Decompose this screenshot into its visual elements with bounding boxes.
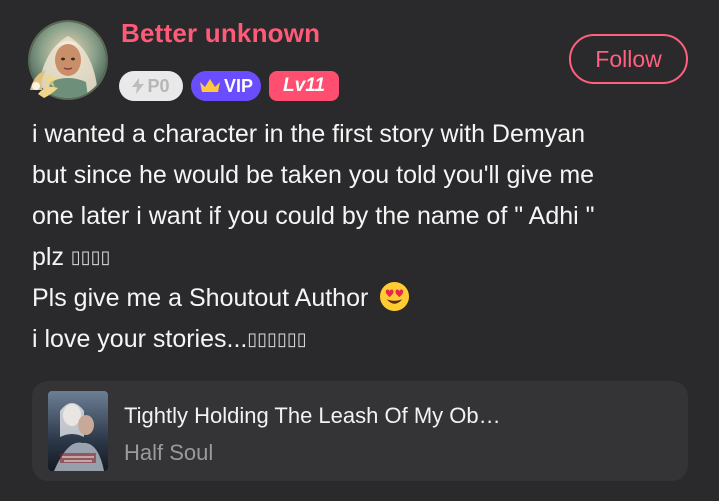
book-cover-image — [48, 391, 108, 471]
comment-line: i wanted a character in the first story … — [32, 120, 586, 148]
vip-badge: VIP — [191, 71, 261, 101]
book-cover — [48, 391, 108, 471]
comment-line: Pls give me a Shoutout Author — [32, 278, 692, 319]
comment-line-text: plz — [32, 243, 71, 271]
power-badge-label: P0 — [147, 75, 170, 96]
comment-line-text: i love your stories... — [32, 325, 248, 353]
vip-badge-label: VIP — [223, 75, 253, 96]
unrendered-glyphs: ▯▯▯▯▯▯ — [247, 329, 307, 349]
crown-icon — [199, 79, 220, 92]
comment-line: i love your stories...▯▯▯▯▯▯ — [32, 319, 692, 360]
comment-line: one later i want if you could by the nam… — [32, 202, 595, 230]
comment-text: i wanted a character in the first story … — [32, 114, 692, 360]
comment-line: plz ▯▯▯▯ — [32, 237, 692, 278]
book-author: Half Soul — [124, 440, 214, 465]
comment-line-text: Pls give me a Shoutout Author — [32, 284, 376, 312]
heart-eyes-emoji-icon — [380, 281, 410, 312]
unrendered-glyphs: ▯▯▯▯ — [70, 247, 111, 267]
comment-line: but since he would be taken you told you… — [32, 161, 595, 189]
book-title[interactable]: Tightly Holding The Leash Of My Ob… — [124, 403, 501, 429]
user-badges: P0 VIP Lv11 — [119, 71, 347, 101]
lightning-icon — [132, 78, 145, 94]
username[interactable]: Better unknown — [121, 18, 320, 49]
comment-panel: Better unknown P0 VIP Lv11 Follow i want… — [0, 0, 719, 501]
follow-button[interactable]: Follow — [569, 34, 688, 84]
book-card[interactable]: Tightly Holding The Leash Of My Ob… Half… — [32, 381, 688, 481]
power-badge: P0 — [119, 71, 183, 101]
avatar-frame-ornament — [30, 70, 58, 98]
level-badge: Lv11 — [269, 71, 339, 101]
